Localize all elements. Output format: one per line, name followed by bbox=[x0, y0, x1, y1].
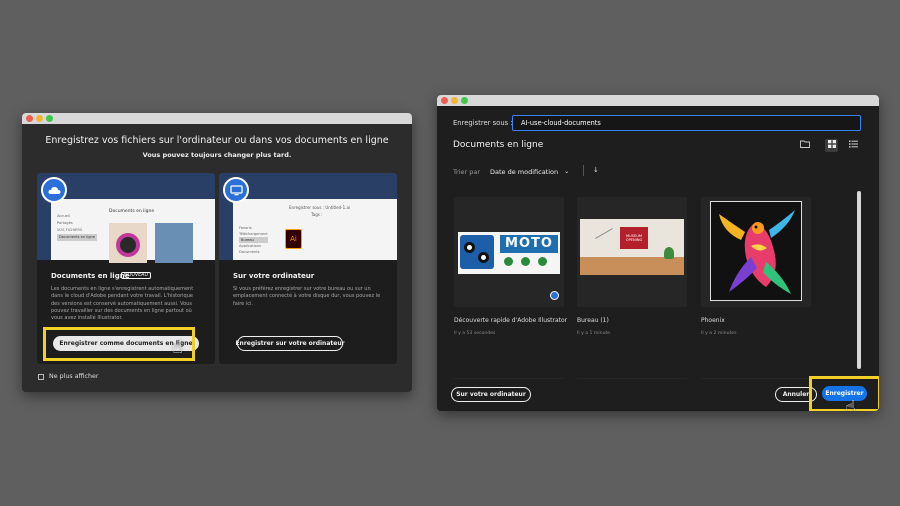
file-name: Découverte rapide d'Adobe Illustrator bbox=[454, 317, 568, 324]
dont-show-checkbox[interactable] bbox=[38, 374, 44, 380]
file-thumbnail: MUSEUM OPENING bbox=[580, 219, 684, 275]
file-thumbnail bbox=[710, 201, 802, 301]
cloud-card-title: Documents en ligne bbox=[51, 272, 130, 280]
close-window-button[interactable] bbox=[26, 115, 33, 122]
zoom-window-button[interactable] bbox=[461, 97, 468, 104]
minimize-window-button[interactable] bbox=[36, 115, 43, 122]
local-preview-sidebar: Favoris Téléchargement Bureau Applicatio… bbox=[239, 226, 268, 254]
local-preview-screen: Enregistrer sous : Untitled-1.ai Tags : … bbox=[233, 199, 397, 260]
museum-poster: MUSEUM OPENING bbox=[620, 227, 648, 249]
file-tile[interactable]: MOTO bbox=[454, 197, 564, 307]
local-computer-card[interactable]: Enregistrer sous : Untitled-1.ai Tags : … bbox=[219, 173, 397, 364]
divider bbox=[583, 165, 584, 176]
computer-icon bbox=[223, 177, 249, 203]
file-tile[interactable]: MUSEUM OPENING bbox=[577, 197, 687, 307]
save-to-computer-button[interactable]: Enregistrer sur votre ordinateur bbox=[235, 336, 345, 351]
illustrator-file-icon: Ai bbox=[285, 229, 302, 249]
hand-cursor-icon: ☝ bbox=[172, 337, 183, 358]
dialog-title: Enregistrez vos fichiers sur l'ordinateu… bbox=[45, 135, 389, 146]
local-preview-tags: Tags : bbox=[311, 212, 323, 217]
cloud-save-dialog: Enregistrer sous : AI-use-cloud-document… bbox=[437, 95, 879, 411]
local-card-description: Si vous préférez enregistrer sur votre b… bbox=[233, 286, 381, 307]
sort-label: Trier par bbox=[453, 168, 481, 176]
cloud-preview: Accueil Partagés VOS FICHIERS Documents … bbox=[37, 173, 215, 263]
hand-cursor-icon: ☝ bbox=[845, 397, 856, 411]
file-time: Il y a 53 secondes bbox=[454, 331, 496, 336]
local-card-title: Sur votre ordinateur bbox=[233, 272, 315, 280]
sort-direction-button[interactable]: ↓ bbox=[593, 166, 599, 174]
file-tile[interactable] bbox=[701, 197, 811, 307]
local-preview: Enregistrer sous : Untitled-1.ai Tags : … bbox=[219, 173, 397, 260]
file-time: Il y a 2 minutes bbox=[701, 331, 737, 336]
list-view-icon[interactable] bbox=[847, 139, 860, 152]
cloud-card-description: Les documents en ligne s'enregistrent au… bbox=[51, 286, 194, 322]
moto-title: MOTO bbox=[500, 235, 558, 253]
close-window-button[interactable] bbox=[441, 97, 448, 104]
cloud-preview-sidebar: Accueil Partagés VOS FICHIERS Documents … bbox=[57, 214, 98, 241]
preview-thumbnail bbox=[109, 223, 147, 263]
cloud-icon bbox=[41, 177, 67, 203]
zoom-window-button[interactable] bbox=[46, 115, 53, 122]
chevron-down-icon[interactable]: ⌄ bbox=[564, 167, 569, 175]
grid-view-icon[interactable] bbox=[825, 139, 838, 152]
minimize-window-button[interactable] bbox=[451, 97, 458, 104]
save-as-label: Enregistrer sous : bbox=[453, 119, 513, 127]
dialog-subtitle: Vous pouvez toujours changer plus tard. bbox=[142, 151, 292, 159]
preview-thumbnail bbox=[155, 223, 193, 263]
dont-show-label: Ne plus afficher bbox=[49, 373, 99, 380]
file-name: Bureau (1) bbox=[577, 317, 609, 324]
phoenix-illustration bbox=[719, 210, 795, 294]
title-bar bbox=[22, 113, 412, 124]
scrollbar[interactable] bbox=[857, 191, 861, 369]
title-bar bbox=[437, 95, 879, 106]
filename-input[interactable]: AI-use-cloud-documents bbox=[512, 115, 861, 131]
file-name: Phoenix bbox=[701, 317, 725, 324]
location-title: Documents en ligne bbox=[453, 140, 544, 150]
new-folder-icon[interactable] bbox=[798, 139, 811, 152]
file-thumbnail: MOTO bbox=[458, 232, 560, 274]
cloud-preview-heading: Documents en ligne bbox=[109, 209, 155, 214]
save-choice-dialog: Enregistrez vos fichiers sur l'ordinateu… bbox=[22, 113, 412, 392]
on-your-computer-button[interactable]: Sur votre ordinateur bbox=[451, 387, 531, 402]
cloud-preview-screen: Accueil Partagés VOS FICHIERS Documents … bbox=[51, 199, 215, 263]
sort-dropdown[interactable]: Date de modification bbox=[490, 168, 558, 176]
local-preview-field: Enregistrer sous : Untitled-1.ai bbox=[289, 205, 351, 210]
new-badge: NOUVEAU bbox=[121, 272, 151, 279]
sync-icon bbox=[550, 291, 559, 300]
file-time: Il y a 1 minute bbox=[577, 331, 611, 336]
